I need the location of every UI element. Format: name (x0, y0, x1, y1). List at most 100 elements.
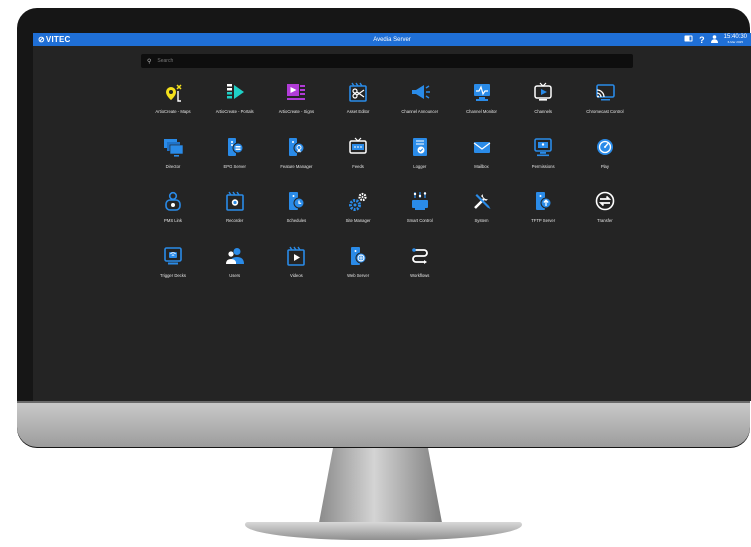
sliders-icon (409, 190, 431, 212)
clock-time: 15:40:30 (723, 33, 747, 40)
app-tile-channel-announcer[interactable]: Channel Announcer (390, 81, 450, 121)
app-title: Avedia Server (373, 36, 411, 43)
app-tile-label: ArtioCreate - Portals (215, 109, 254, 114)
user-icon[interactable] (710, 34, 718, 45)
app-tile-artiocreate-maps[interactable]: ArtioCreate - Maps (143, 81, 203, 121)
app-tile-logger[interactable]: Logger (390, 136, 450, 176)
app-tile-epg-server[interactable]: EPG Server (205, 136, 265, 176)
tftp-upload-icon (532, 190, 554, 212)
app-tile-director[interactable]: Director (143, 136, 203, 176)
app-tile-label: Schedules (286, 218, 307, 223)
tv-feed-icon (347, 136, 369, 158)
app-tile-web-server[interactable]: Web Server (328, 245, 388, 285)
scissors-film-icon (347, 81, 369, 103)
monitor-chin (17, 403, 750, 447)
map-pin-icon (162, 81, 184, 103)
app-tile-artiocreate-portals[interactable]: ArtioCreate - Portals (205, 81, 265, 121)
clock: 15:40:30 6-Mar 2025 (723, 33, 747, 45)
app-tile-label: Videos (290, 272, 303, 278)
app-tile-label: Channel Announcer (401, 109, 439, 114)
app-screen: ⊘ VITEC Avedia Server ? 15:40:30 6-Mar 2… (33, 33, 751, 401)
log-check-icon (409, 136, 431, 158)
app-tile-label: PMS Link (164, 218, 182, 223)
app-tile-mailbox[interactable]: Mailbox (452, 136, 512, 176)
app-tile-label: Logger (413, 163, 427, 169)
feature-server-icon (285, 136, 307, 158)
stacked-screens-icon (162, 136, 184, 158)
workflow-icon (409, 245, 431, 267)
app-tile-tftp-server[interactable]: TFTP Server (513, 190, 573, 230)
epg-server-icon (224, 136, 246, 158)
clock-date: 6-Mar 2025 (727, 39, 743, 44)
pms-link-icon (162, 190, 184, 212)
top-bar: ⊘ VITEC Avedia Server ? 15:40:30 6-Mar 2… (33, 33, 751, 46)
users-icon (224, 245, 246, 267)
permissions-screen-icon (532, 136, 554, 158)
app-tile-asset-editor[interactable]: Asset Editor (328, 81, 388, 121)
app-tile-site-manager[interactable]: Site Manager (328, 190, 388, 230)
app-tile-label: ArtioCreate - Signs (278, 109, 315, 114)
app-tile-label: Asset Editor (346, 109, 370, 114)
search-bar[interactable]: ⚲ (141, 54, 633, 68)
app-tile-label: Channel Monitor (466, 109, 497, 114)
app-tile-artiocreate-signs[interactable]: ArtioCreate - Signs (266, 81, 326, 121)
video-film-icon (285, 245, 307, 267)
app-tile-label: Mailbox (474, 163, 489, 169)
app-tile-videos[interactable]: Videos (266, 245, 326, 285)
app-tile-feeds[interactable]: Feeds (328, 136, 388, 176)
portal-play-icon (224, 81, 246, 103)
app-tile-label: Play (600, 163, 609, 169)
app-tile-trigger-decks[interactable]: Trigger Decks (143, 245, 203, 285)
app-tile-smart-control[interactable]: Smart Control (390, 190, 450, 230)
monitor-stand-neck (318, 448, 443, 528)
app-tile-label: TFTP Server (531, 218, 556, 223)
app-tile-label: Channels (534, 109, 553, 114)
app-tile-label: Recorder (226, 218, 244, 223)
app-tile-play[interactable]: Play (575, 136, 635, 176)
app-tile-label: Chromecast Control (586, 109, 624, 114)
search-input[interactable] (155, 57, 600, 65)
app-tile-label: Director (165, 163, 181, 169)
app-tile-label: Users (229, 272, 241, 278)
top-bar-actions: ? 15:40:30 6-Mar 2025 (684, 33, 747, 46)
sign-play-icon (285, 81, 307, 103)
app-tile-label: Workflows (410, 272, 430, 278)
help-icon[interactable]: ? (699, 35, 705, 45)
transfer-arrows-icon (594, 190, 616, 212)
app-tile-label: Web Server (347, 272, 370, 278)
app-tile-channel-monitor[interactable]: Channel Monitor (452, 81, 512, 121)
app-tile-channels[interactable]: Channels (513, 81, 573, 121)
app-tile-feature-manager[interactable]: Feature Manager (266, 136, 326, 176)
trigger-deck-icon (162, 245, 184, 267)
app-tile-label: Transfer (597, 218, 613, 223)
app-tile-label: System (474, 218, 489, 223)
app-tile-permissions[interactable]: Permissions (513, 136, 573, 176)
app-tile-chromecast-control[interactable]: Chromecast Control (575, 81, 635, 121)
app-tile-label: Trigger Decks (160, 272, 186, 278)
monitor-waveform-icon (471, 81, 493, 103)
play-gauge-icon (594, 136, 616, 158)
app-tile-label: Feeds (352, 163, 364, 169)
web-globe-icon (347, 245, 369, 267)
tools-icon (471, 190, 493, 212)
app-tile-label: ArtioCreate - Maps (155, 109, 191, 114)
app-tile-label: Smart Control (406, 218, 433, 223)
megaphone-icon (409, 81, 431, 103)
app-tile-label: Site Manager (345, 218, 371, 223)
recorder-film-icon (224, 190, 246, 212)
schedule-clock-icon (285, 190, 307, 212)
display-icon[interactable] (684, 35, 693, 44)
monitor-stand-base (245, 522, 522, 540)
cast-icon (594, 81, 616, 103)
app-tile-recorder[interactable]: Recorder (205, 190, 265, 230)
app-tile-schedules[interactable]: Schedules (266, 190, 326, 230)
app-tile-label: Feature Manager (280, 163, 313, 169)
search-icon: ⚲ (147, 58, 152, 65)
app-tile-label: EPG Server (223, 163, 246, 169)
app-tile-users[interactable]: Users (205, 245, 265, 285)
app-tile-workflows[interactable]: Workflows (390, 245, 450, 285)
app-tile-transfer[interactable]: Transfer (575, 190, 635, 230)
app-tile-pms-link[interactable]: PMS Link (143, 190, 203, 230)
app-tile-label: Permissions (531, 163, 555, 169)
app-tile-system[interactable]: System (452, 190, 512, 230)
